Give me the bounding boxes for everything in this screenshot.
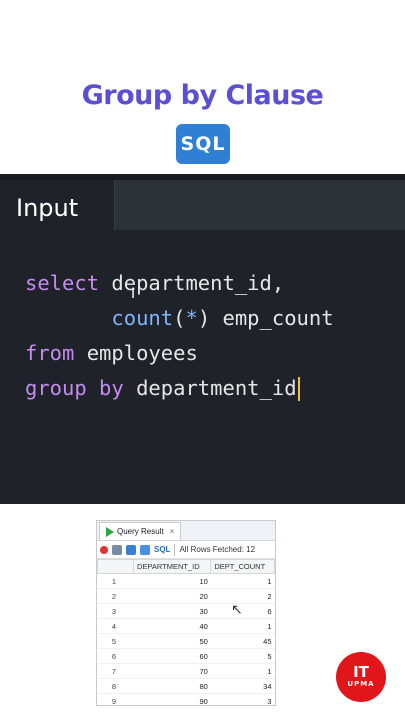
- column-header-department-id[interactable]: DEPARTMENT_ID: [132, 559, 212, 574]
- code-star: *: [185, 306, 198, 330]
- cell-dept-count[interactable]: 5: [210, 648, 275, 664]
- table-row[interactable]: 6 60 5: [97, 648, 275, 664]
- cell-dept-count[interactable]: 1: [210, 663, 275, 679]
- cell-department-id[interactable]: 90: [133, 693, 211, 705]
- toolbar-divider: [174, 543, 176, 556]
- code-paren: (: [173, 306, 186, 330]
- row-number[interactable]: 7: [97, 663, 134, 679]
- row-number[interactable]: 2: [97, 588, 134, 604]
- code-editor: Input select department_id, count(*) emp…: [0, 174, 405, 504]
- code-text: emp_count: [210, 306, 334, 330]
- table-row[interactable]: 8 80 34: [97, 678, 275, 694]
- rows-fetched-status: All Rows Fetched: 12: [179, 545, 256, 554]
- export-icon[interactable]: [126, 544, 136, 555]
- ibeam-cursor-icon: I: [131, 286, 136, 302]
- row-number[interactable]: 8: [97, 678, 134, 694]
- page: Group by Clause SQL Input select departm…: [0, 0, 405, 720]
- cell-department-id[interactable]: 20: [133, 588, 211, 604]
- cell-department-id[interactable]: 40: [133, 618, 211, 634]
- code-text: employees: [74, 341, 198, 365]
- sql-button[interactable]: SQL: [154, 545, 170, 554]
- text-caret: [297, 377, 300, 401]
- result-tab-bar: Query Result ×: [97, 521, 275, 541]
- logo-text-line2: UPMA: [347, 680, 375, 688]
- table-row[interactable]: 2 20 2: [97, 588, 275, 604]
- row-number[interactable]: 3: [97, 603, 134, 619]
- code-keyword-group-by: group by: [25, 376, 124, 400]
- sql-worksheet-icon[interactable]: [140, 544, 150, 555]
- query-result-panel: Query Result × SQL All Rows Fetched: 12 …: [96, 520, 276, 706]
- table-row[interactable]: 5 50 45: [97, 633, 275, 649]
- row-number[interactable]: 9: [97, 693, 134, 705]
- cell-dept-count[interactable]: 1: [210, 618, 275, 634]
- cell-dept-count[interactable]: 3: [210, 693, 275, 705]
- tab-input[interactable]: Input: [0, 180, 114, 236]
- cell-dept-count[interactable]: 45: [210, 633, 275, 649]
- close-icon[interactable]: ×: [170, 527, 175, 536]
- result-rows: 1 10 1 2 20 2 3 30 6 4 40 1 5 50 45 6 60 5 7 70 1 8 80 34 9 90 3: [97, 573, 275, 705]
- table-row[interactable]: 3 30 6: [97, 603, 275, 619]
- table-row[interactable]: 7 70 1: [97, 663, 275, 679]
- play-icon: [106, 526, 114, 537]
- mouse-pointer-icon: ↖: [231, 601, 243, 617]
- sql-logo-badge: SQL: [176, 124, 230, 164]
- logo-text-line1: IT: [353, 663, 369, 681]
- code-text: department_id: [123, 376, 297, 400]
- result-grid: DEPARTMENT_ID DEPT_COUNT 1 10 1 2 20 2 3 30 6 4 40…: [97, 559, 275, 705]
- print-icon[interactable]: [112, 544, 122, 555]
- row-number-header: [97, 559, 134, 574]
- tab-query-result[interactable]: Query Result ×: [99, 522, 182, 540]
- row-number[interactable]: 4: [97, 618, 134, 634]
- cell-dept-count[interactable]: 1: [210, 573, 275, 589]
- table-row[interactable]: 4 40 1: [97, 618, 275, 634]
- tab-query-result-label: Query Result: [117, 527, 164, 536]
- code-text: department_id,: [99, 271, 285, 295]
- cell-department-id[interactable]: 70: [133, 663, 211, 679]
- sql-code[interactable]: select department_id, count(*) emp_count…: [25, 266, 334, 406]
- cell-department-id[interactable]: 30: [133, 603, 211, 619]
- code-paren: ): [197, 306, 211, 330]
- cell-department-id[interactable]: 10: [133, 573, 211, 589]
- page-title: Group by Clause: [81, 80, 324, 111]
- table-row[interactable]: 9 90 3: [97, 693, 275, 705]
- pin-icon[interactable]: [100, 545, 108, 554]
- tab-bar-empty: [114, 180, 405, 230]
- cell-department-id[interactable]: 50: [133, 633, 211, 649]
- row-number[interactable]: 1: [97, 573, 134, 589]
- code-function-count: count: [111, 306, 174, 330]
- row-number[interactable]: 5: [97, 633, 134, 649]
- cell-department-id[interactable]: 80: [133, 678, 211, 694]
- cell-department-id[interactable]: 60: [133, 648, 211, 664]
- code-keyword-select: select: [25, 271, 100, 295]
- row-number[interactable]: 6: [97, 648, 134, 664]
- code-keyword-from: from: [25, 341, 75, 365]
- channel-logo: IT UPMA: [336, 652, 386, 702]
- column-header-dept-count[interactable]: DEPT_COUNT: [210, 559, 275, 574]
- cell-dept-count[interactable]: 34: [210, 678, 275, 694]
- table-row[interactable]: 1 10 1: [97, 573, 275, 589]
- result-toolbar: SQL All Rows Fetched: 12: [97, 541, 275, 559]
